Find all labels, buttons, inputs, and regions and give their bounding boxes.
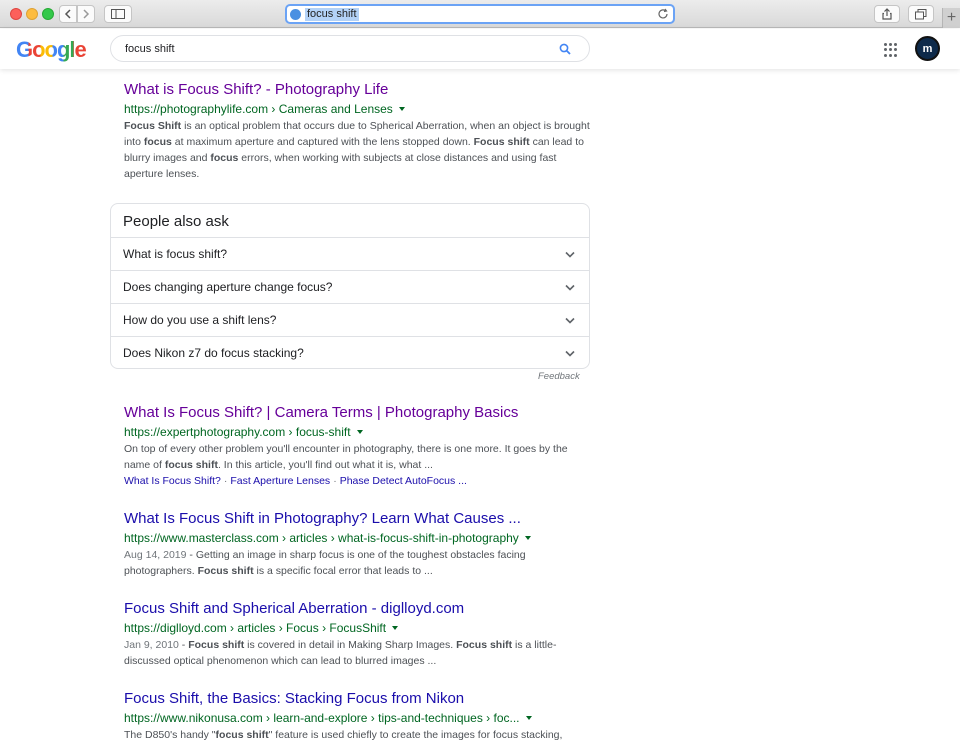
chevron-right-icon — [83, 9, 90, 19]
zoom-window-button[interactable] — [42, 8, 54, 20]
chevron-left-icon — [64, 9, 71, 19]
address-bar[interactable]: focus shift — [285, 4, 675, 24]
people-also-ask: People also ask What is focus shift? Does… — [110, 203, 590, 369]
search-result: Focus Shift, the Basics: Stacking Focus … — [124, 689, 594, 743]
address-text[interactable]: focus shift — [305, 7, 359, 21]
paa-question[interactable]: What is focus shift? — [111, 237, 589, 270]
sitelink[interactable]: What Is Focus Shift? — [124, 475, 221, 487]
tabs-icon — [915, 8, 927, 19]
show-tabs-button[interactable] — [908, 5, 934, 23]
share-icon — [882, 8, 892, 20]
sitelink[interactable]: Fast Aperture Lenses — [230, 475, 330, 487]
paa-heading: People also ask — [123, 213, 229, 230]
result-title-link[interactable]: Focus Shift and Spherical Aberration - d… — [124, 599, 594, 619]
chevron-down-icon — [565, 350, 575, 357]
search-input[interactable]: focus shift — [125, 43, 551, 55]
globe-icon — [290, 8, 301, 20]
result-snippet: Focus Shift is an optical problem that o… — [124, 120, 590, 180]
sitelinks: What Is Focus Shift? · Fast Aperture Lense… — [124, 475, 467, 487]
result-url[interactable]: https://diglloyd.com › articles › Focus … — [124, 619, 594, 637]
dropdown-arrow-icon[interactable] — [392, 626, 399, 630]
sidebar-icon — [111, 9, 125, 19]
paa-question[interactable]: Does changing aperture change focus? — [111, 270, 589, 303]
search-result: Focus Shift and Spherical Aberration - d… — [124, 599, 594, 669]
result-title-link[interactable]: Focus Shift, the Basics: Stacking Focus … — [124, 689, 594, 709]
result-url[interactable]: https://www.masterclass.com › articles ›… — [124, 529, 594, 547]
result-title-link[interactable]: What is Focus Shift? - Photography Life — [124, 80, 594, 100]
google-logo[interactable]: Google — [16, 37, 87, 63]
apps-grid-icon[interactable] — [884, 43, 898, 57]
paa-question[interactable]: How do you use a shift lens? — [111, 303, 589, 336]
result-snippet: The D850's handy "focus shift" feature i… — [124, 729, 563, 741]
share-button[interactable] — [874, 5, 900, 23]
browser-toolbar: focus shift + — [0, 0, 960, 28]
result-title-link[interactable]: What Is Focus Shift in Photography? Lear… — [124, 509, 594, 529]
forward-button[interactable] — [77, 5, 95, 23]
result-snippet: On top of every other problem you'll enc… — [124, 443, 568, 471]
dropdown-arrow-icon[interactable] — [525, 716, 532, 720]
result-url[interactable]: https://www.nikonusa.com › learn-and-exp… — [124, 709, 594, 727]
back-button[interactable] — [59, 5, 77, 23]
minimize-window-button[interactable] — [26, 8, 38, 20]
close-window-button[interactable] — [10, 8, 22, 20]
chevron-down-icon — [565, 317, 575, 324]
sidebar-toggle-button[interactable] — [104, 5, 132, 23]
result-snippet: Aug 14, 2019 - Getting an image in sharp… — [124, 549, 526, 577]
dropdown-arrow-icon[interactable] — [524, 536, 531, 540]
reload-button[interactable] — [657, 7, 669, 25]
chevron-down-icon — [565, 284, 575, 291]
result-title-link[interactable]: What Is Focus Shift? | Camera Terms | Ph… — [124, 403, 594, 423]
chevron-down-icon — [565, 251, 575, 258]
result-url[interactable]: https://expertphotography.com › focus-sh… — [124, 423, 594, 441]
search-icon — [559, 43, 571, 55]
new-tab-button[interactable]: + — [942, 8, 960, 28]
feedback-link[interactable]: Feedback — [538, 371, 580, 382]
search-result: What Is Focus Shift in Photography? Lear… — [124, 509, 594, 579]
result-url[interactable]: https://photographylife.com › Cameras an… — [124, 100, 594, 118]
dropdown-arrow-icon[interactable] — [398, 107, 405, 111]
sitelink[interactable]: Phase Detect AutoFocus ... — [340, 475, 467, 487]
paa-question[interactable]: Does Nikon z7 do focus stacking? — [111, 336, 589, 369]
search-result: What Is Focus Shift? | Camera Terms | Ph… — [124, 403, 594, 489]
search-result: What is Focus Shift? - Photography Life h… — [124, 80, 594, 182]
search-bar[interactable]: focus shift — [110, 35, 590, 62]
search-button[interactable] — [551, 43, 579, 55]
reload-icon — [658, 8, 668, 19]
google-header: Google focus shift m — [0, 29, 960, 69]
result-snippet: Jan 9, 2010 - Focus shift is covered in … — [124, 639, 557, 667]
dropdown-arrow-icon[interactable] — [356, 430, 363, 434]
avatar[interactable]: m — [915, 36, 940, 61]
